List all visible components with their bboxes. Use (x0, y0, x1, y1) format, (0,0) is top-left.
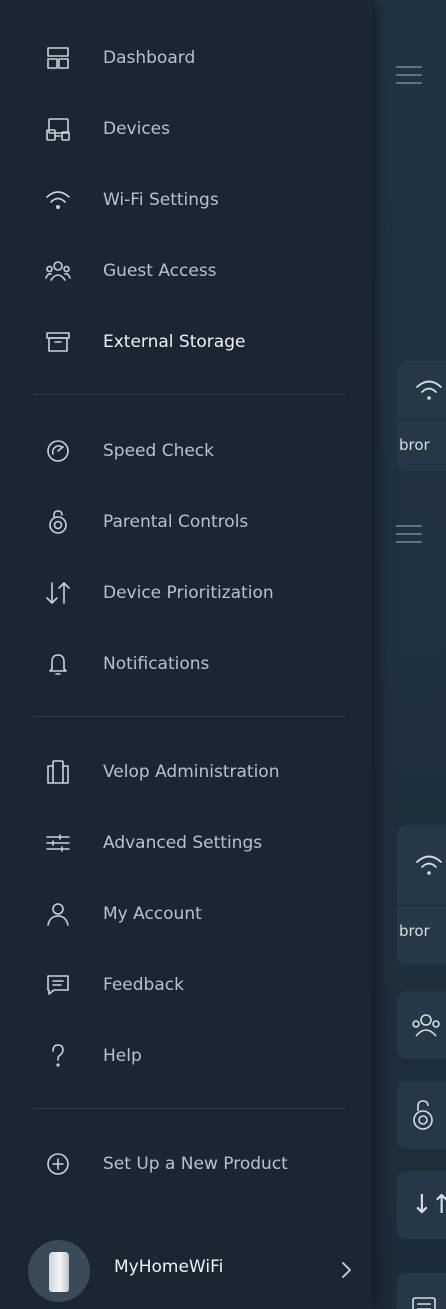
menu-item-velop-administration[interactable]: Velop Administration (0, 747, 372, 797)
chevron-right-icon (340, 1258, 354, 1282)
wifi-icon (44, 186, 72, 214)
wifi-icon (416, 855, 442, 875)
menu-label-device-prioritization: Device Prioritization (103, 583, 274, 603)
menu-item-advanced-settings[interactable]: Advanced Settings (0, 818, 372, 868)
chat-icon (44, 971, 72, 999)
nodes-icon (44, 758, 72, 786)
bottom-tile[interactable] (397, 1273, 446, 1309)
wifi-card-label: bror (399, 436, 430, 454)
navigation-drawer: Dashboard Devices Wi-Fi Settings Guest A… (0, 0, 372, 1309)
menu-item-dashboard[interactable]: Dashboard (0, 33, 372, 83)
sliders-icon (44, 829, 72, 857)
dashboard-icon (44, 44, 72, 72)
question-icon (44, 1042, 72, 1070)
priority-arrows-icon: ↓↑ (411, 1190, 446, 1220)
menu-item-set-up-new-product[interactable]: Set Up a New Product (0, 1139, 372, 1189)
menu-label-devices: Devices (103, 119, 170, 139)
menu-item-feedback[interactable]: Feedback (0, 960, 372, 1010)
guest-icon (412, 1014, 440, 1037)
section-menu-icon[interactable] (396, 525, 422, 543)
menu-label-feedback: Feedback (103, 975, 184, 995)
menu-label-set-up-new-product: Set Up a New Product (103, 1154, 288, 1174)
divider (33, 716, 345, 717)
plus-circle-icon (44, 1150, 72, 1178)
menu-item-notifications[interactable]: Notifications (0, 639, 372, 689)
menu-label-wifi-settings: Wi-Fi Settings (103, 190, 219, 210)
priority-tile[interactable]: ↓↑ (397, 1171, 446, 1239)
menu-label-advanced-settings: Advanced Settings (103, 833, 263, 853)
wifi-card-2-label: bror (399, 922, 430, 940)
menu-label-notifications: Notifications (103, 654, 210, 674)
wifi-icon (416, 380, 442, 400)
menu-item-my-account[interactable]: My Account (0, 889, 372, 939)
network-selector[interactable]: MyHomeWiFi (0, 1234, 372, 1309)
devices-icon (44, 115, 72, 143)
menu-label-guest-access: Guest Access (103, 261, 217, 281)
velop-node-image (49, 1252, 69, 1292)
lock-icon (44, 508, 72, 536)
menu-label-dashboard: Dashboard (103, 48, 196, 68)
app: bror bror ↓↑ Dashboard Devices Wi-Fi Set… (0, 0, 446, 1309)
network-name: MyHomeWiFi (114, 1257, 224, 1277)
person-icon (44, 900, 72, 928)
menu-item-speed-check[interactable]: Speed Check (0, 426, 372, 476)
divider (33, 1108, 345, 1109)
guest-icon (44, 257, 72, 285)
priority-arrows-icon (44, 579, 72, 607)
network-avatar (28, 1240, 90, 1302)
speedometer-icon (44, 437, 72, 465)
storage-icon (44, 328, 72, 356)
parental-tile[interactable] (397, 1081, 446, 1149)
menu-label-speed-check: Speed Check (103, 441, 214, 461)
wifi-card-2[interactable]: bror (397, 825, 446, 965)
bell-icon (44, 650, 72, 678)
divider (33, 394, 345, 395)
hamburger-menu-icon[interactable] (396, 66, 422, 84)
wifi-card[interactable]: bror (397, 361, 446, 471)
menu-item-device-prioritization[interactable]: Device Prioritization (0, 568, 372, 618)
menu-item-wifi-settings[interactable]: Wi-Fi Settings (0, 175, 372, 225)
menu-label-parental-controls: Parental Controls (103, 512, 249, 532)
menu-item-devices[interactable]: Devices (0, 104, 372, 154)
menu-label-help: Help (103, 1046, 142, 1066)
menu-item-guest-access[interactable]: Guest Access (0, 246, 372, 296)
menu-item-parental-controls[interactable]: Parental Controls (0, 497, 372, 547)
list-icon (412, 1297, 436, 1309)
menu-item-external-storage[interactable]: External Storage (0, 317, 372, 367)
menu-label-external-storage: External Storage (103, 332, 246, 352)
lock-icon (413, 1100, 433, 1130)
menu-label-my-account: My Account (103, 904, 202, 924)
menu-item-help[interactable]: Help (0, 1031, 372, 1081)
guest-tile[interactable] (397, 991, 446, 1059)
menu-label-velop-administration: Velop Administration (103, 762, 280, 782)
